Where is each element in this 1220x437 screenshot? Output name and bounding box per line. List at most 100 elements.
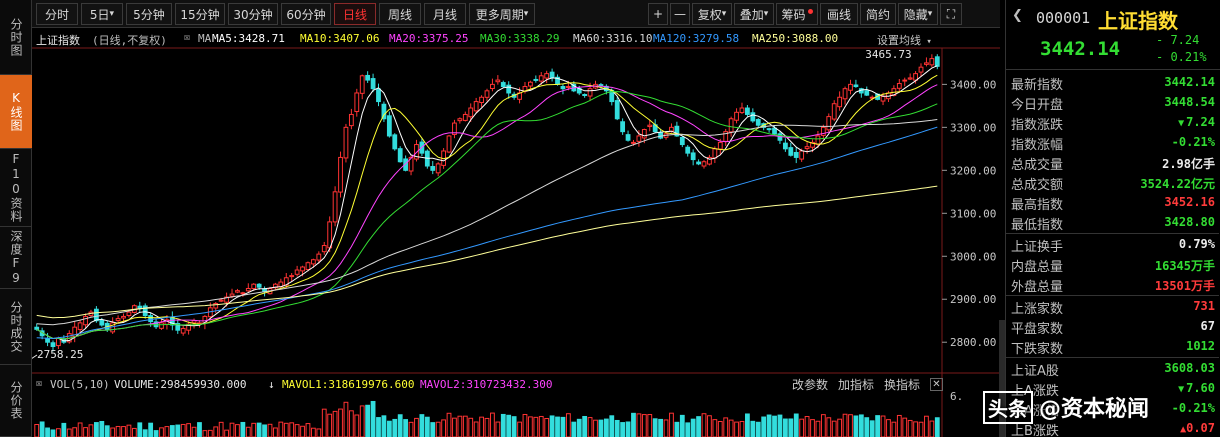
ma-settings-link[interactable]: 设置均线 ▾ [877, 32, 932, 48]
volume-bar [848, 414, 853, 437]
candle-up [837, 96, 843, 108]
tool-button-2[interactable]: 复权 ▾ [692, 3, 732, 25]
quote-row-value: 3524.22亿元 [1140, 177, 1215, 191]
tool-label: 筹码 [781, 7, 806, 22]
candle-down [598, 84, 604, 87]
period-button-1[interactable]: 5日 ▾ [81, 3, 123, 25]
close-volume-icon[interactable]: ✕ [930, 378, 943, 391]
vol-toggle-icon[interactable]: ☒ [36, 378, 42, 389]
left-tab-0[interactable]: 分时图 [0, 0, 32, 75]
candle-up [338, 156, 343, 193]
volume-bar [582, 415, 588, 437]
volume-bar [169, 425, 175, 437]
volume-bar [229, 422, 235, 437]
tool-button-3[interactable]: 叠加 ▾ [734, 3, 774, 25]
menu-chevron-icon[interactable]: ❮ [1012, 8, 1023, 23]
period-button-3[interactable]: 15分钟 [175, 3, 225, 25]
volume-bar [603, 418, 609, 437]
volume-bar [896, 414, 902, 437]
quote-row-value: 3452.16 [1164, 195, 1215, 209]
volume-bar [289, 422, 295, 437]
tool-button-1[interactable]: — [670, 3, 690, 25]
volume-bar [61, 422, 67, 437]
volume-bar [479, 416, 484, 437]
period-button-0[interactable]: 分时 [36, 3, 78, 25]
candle-up [565, 86, 571, 89]
ma-toggle-icon[interactable]: ☒ [184, 32, 190, 43]
volume-bar [294, 424, 300, 437]
candle-up [310, 259, 316, 265]
left-tab-5[interactable]: 分价表 [0, 365, 32, 437]
period-button-7[interactable]: 周线 [379, 3, 421, 25]
volume-bar [262, 424, 267, 437]
left-tab-2[interactable]: F10资料 [0, 149, 32, 227]
kline-chart-area[interactable]: 3400.00 3300.00 3200.00 3100.00 3000.00 2900.… [32, 28, 1000, 437]
switch-indicator-button[interactable]: 换指标 [884, 376, 920, 393]
tool-button-0[interactable]: + [648, 3, 668, 25]
period-button-2[interactable]: 5分钟 [126, 3, 172, 25]
volume-bar [386, 420, 392, 437]
add-indicator-button[interactable]: 加指标 [838, 376, 874, 393]
tool-button-8[interactable]: ⛶ [940, 3, 962, 25]
tool-button-5[interactable]: 画线 [820, 3, 858, 25]
price-change: - 7.24 [1156, 33, 1200, 47]
volume-bar [77, 422, 83, 437]
tool-button-4[interactable]: 筹码 [776, 3, 818, 25]
candle-down [864, 90, 870, 96]
volume-bar [235, 424, 240, 437]
candle-up [804, 146, 810, 150]
quote-row-value-wrap: -0.21% [1172, 135, 1215, 149]
candle-down [392, 134, 398, 150]
volume-bar [614, 419, 620, 437]
candle-up [468, 107, 474, 118]
volume-bar [224, 429, 229, 437]
volume-bar [462, 415, 468, 437]
candle-up [316, 253, 322, 261]
left-tab-1[interactable]: K线图 [0, 75, 32, 149]
candle-up [300, 266, 305, 272]
quote-row-value-wrap: 67 [1201, 319, 1215, 333]
period-button-8[interactable]: 月线 [424, 3, 466, 25]
quote-row-label: 上涨家数 [1011, 302, 1064, 317]
volume-bar [500, 413, 506, 437]
candle-up [701, 161, 707, 167]
quote-row-value: 3448.54 [1164, 95, 1215, 109]
tool-button-6[interactable]: 简约 [860, 3, 896, 25]
volume-bar [148, 422, 154, 437]
volume-bar [707, 415, 712, 437]
volume-bar [115, 425, 121, 437]
volume-bar [39, 421, 45, 437]
ma-legend-ma60: MA60:3316.10 [573, 32, 653, 45]
volume-bar [131, 427, 137, 437]
period-button-6[interactable]: 日线 [334, 3, 376, 25]
volume-bar [430, 422, 436, 437]
quote-row: 内盘总量 16345万手 [1006, 254, 1219, 275]
candle-up [799, 150, 805, 160]
ma-label: MA [198, 32, 212, 45]
price-chart[interactable]: 3400.00 3300.00 3200.00 3100.00 3000.00 2900.… [32, 28, 1000, 374]
volume-bar [267, 423, 273, 437]
period-button-9[interactable]: 更多周期 ▾ [469, 3, 535, 25]
ma-legend-ma120: MA120:3279.58 [653, 32, 740, 45]
volume-bar [240, 421, 246, 437]
price-change-pct: - 0.21% [1156, 50, 1207, 64]
tool-button-7[interactable]: 隐藏 ▾ [898, 3, 938, 25]
y-tick-label: 2900.00 [950, 293, 996, 306]
change-params-button[interactable]: 改参数 [792, 376, 828, 393]
volume-bar [842, 413, 848, 437]
volume-bar [864, 417, 870, 437]
volume-bar [669, 412, 674, 437]
left-tab-3[interactable]: 深度F9 [0, 227, 32, 289]
candle-up [473, 101, 479, 112]
period-button-4[interactable]: 30分钟 [228, 3, 278, 25]
candle-up [631, 141, 636, 144]
candle-up [457, 118, 463, 122]
period-button-5[interactable]: 60分钟 [281, 3, 331, 25]
left-tab-4[interactable]: 分时成交 [0, 289, 32, 365]
period-label: 5日 [89, 7, 110, 22]
candle-up [251, 283, 257, 290]
left-tab-label: 分时图 [9, 17, 23, 57]
volume-bar [381, 415, 387, 437]
candle-down [370, 78, 376, 90]
volume-bar [712, 419, 718, 437]
